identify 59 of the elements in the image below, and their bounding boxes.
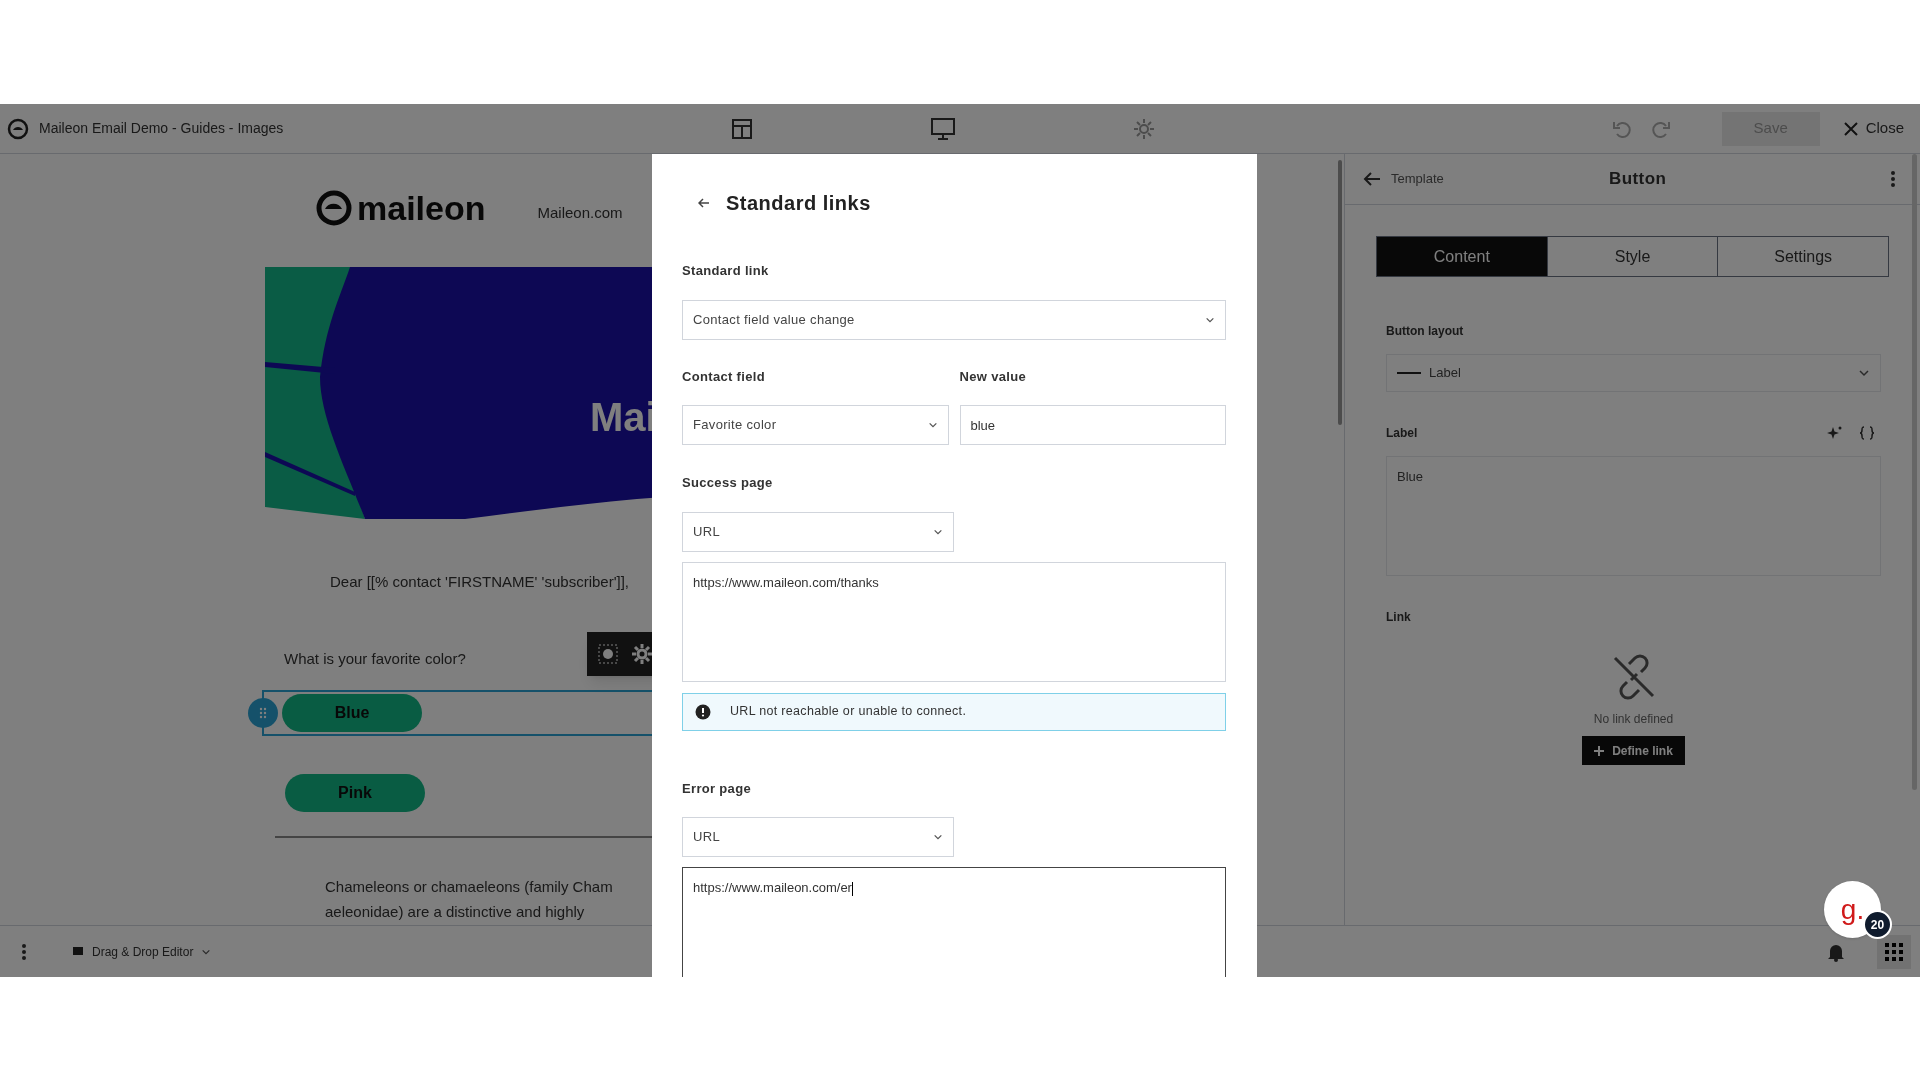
document-title: Maileon Email Demo - Guides - Images xyxy=(39,119,284,138)
greeting-text: Dear [[% contact 'FIRSTNAME' 'subscriber']], xyxy=(330,572,630,592)
nav-link[interactable]: Maileon.com xyxy=(537,201,623,225)
sparkle-icon[interactable] xyxy=(1827,425,1843,441)
field-label: Label xyxy=(1386,425,1418,442)
empty-state-text: No link defined xyxy=(1593,711,1674,728)
back-arrow-icon[interactable] xyxy=(698,197,710,209)
field-label: Contact field xyxy=(682,367,766,386)
brand-logo-text: maileon xyxy=(357,191,486,225)
app-logo-icon xyxy=(7,117,29,140)
close-button[interactable]: Close xyxy=(1843,117,1904,140)
panel-title: Button xyxy=(1609,168,1667,191)
layout-icon[interactable] xyxy=(730,116,754,141)
field-label: Error page xyxy=(682,779,752,798)
email-button[interactable]: Pink xyxy=(285,774,425,812)
editor-icon xyxy=(72,945,84,958)
breadcrumb-link[interactable]: Template xyxy=(1391,169,1444,189)
chevron-down-icon xyxy=(933,832,943,842)
field-label: Standard link xyxy=(682,262,770,280)
brand-logo-icon xyxy=(315,189,353,227)
dropdown[interactable]: Favorite color xyxy=(682,405,949,445)
url-text-area[interactable]: https://www.maileon.com/thanks xyxy=(682,561,1226,682)
dropdown[interactable]: Contact field value change xyxy=(682,299,1226,340)
more-options-icon[interactable] xyxy=(1890,170,1896,188)
label-text-area[interactable]: Blue xyxy=(1386,456,1881,576)
alert-text: URL not reachable or unable to connect. xyxy=(730,703,967,721)
info-icon xyxy=(695,703,711,720)
back-arrow-icon[interactable] xyxy=(1363,171,1381,187)
define-link-button[interactable]: Define link xyxy=(1582,736,1685,765)
text-input-field[interactable]: blue xyxy=(959,405,1226,445)
scrollbar[interactable] xyxy=(1338,160,1342,425)
panel-tab[interactable]: Content xyxy=(1377,237,1547,276)
block-settings-icon[interactable] xyxy=(631,643,653,665)
field-label: New value xyxy=(959,367,1027,386)
field-label: Link xyxy=(1386,609,1412,626)
apps-grid-button[interactable] xyxy=(1877,934,1911,969)
plus-icon xyxy=(1594,745,1605,756)
braces-icon[interactable] xyxy=(1859,425,1875,441)
select-icon[interactable] xyxy=(597,643,619,665)
field-label: Button layout xyxy=(1386,323,1465,340)
body-text-line: aeleonidae) are a distinctive and highly xyxy=(325,902,585,922)
url-text-area[interactable]: https://www.maileon.com/er xyxy=(682,867,1226,977)
dialog-title: Standard links xyxy=(726,191,871,216)
layout-dropdown[interactable]: Label xyxy=(1386,354,1881,392)
more-options-icon[interactable] xyxy=(21,942,27,961)
chevron-down-icon xyxy=(927,420,938,430)
chevron-down-icon xyxy=(1858,367,1870,379)
dropdown[interactable]: URL xyxy=(682,511,954,552)
email-button[interactable]: Blue xyxy=(282,694,422,732)
drag-handle[interactable] xyxy=(248,698,278,728)
close-icon xyxy=(1843,121,1858,136)
field-label: Success page xyxy=(682,474,774,492)
body-text-line: Chameleons or chamaeleons (family Cham xyxy=(325,877,613,897)
scrollbar[interactable] xyxy=(1912,154,1917,790)
question-text: What is your favorite color? xyxy=(284,648,466,669)
editor-mode-dropdown[interactable]: Drag & Drop Editor xyxy=(72,942,212,961)
desktop-preview-icon[interactable] xyxy=(930,116,956,141)
grid-icon xyxy=(1885,942,1903,961)
dropdown[interactable]: URL xyxy=(682,817,954,857)
